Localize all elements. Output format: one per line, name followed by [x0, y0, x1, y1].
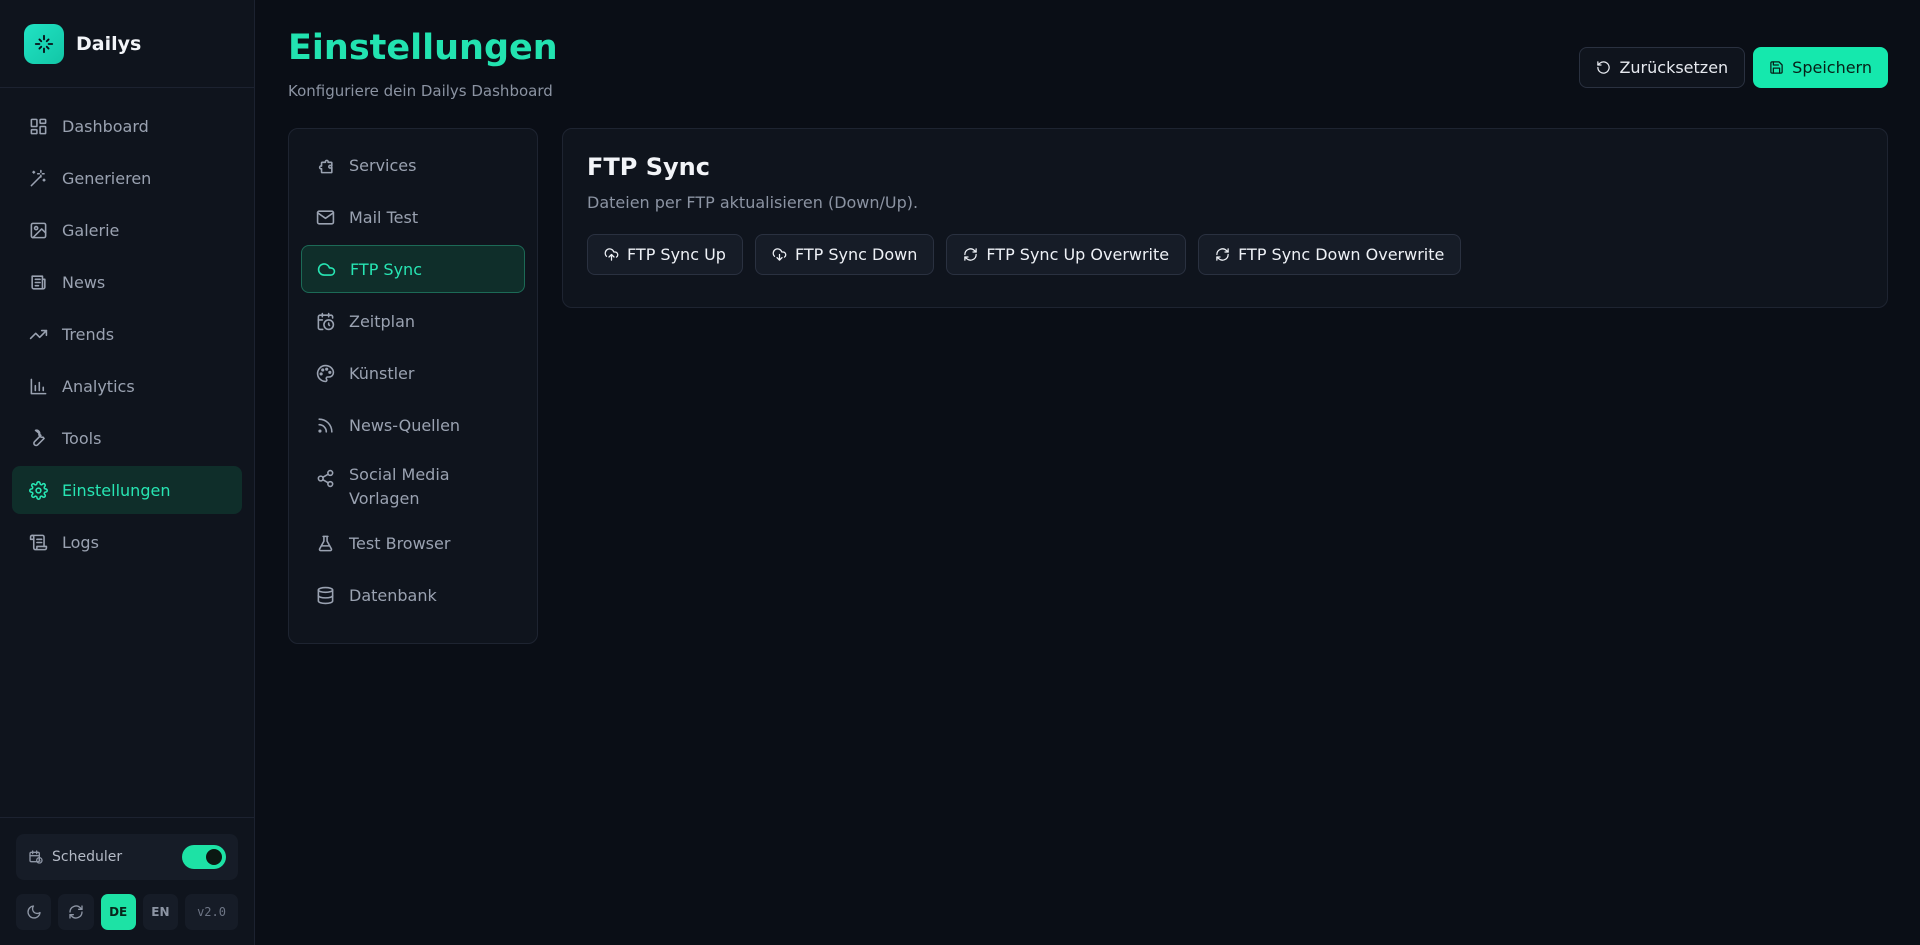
- main-nav: Dashboard Generieren Galerie News Trends…: [0, 88, 254, 566]
- reset-button[interactable]: Zurücksetzen: [1579, 47, 1746, 88]
- header-actions: Zurücksetzen Speichern: [1579, 47, 1888, 88]
- ftp-sync-up-overwrite-button[interactable]: FTP Sync Up Overwrite: [946, 234, 1187, 275]
- scheduler-label: Scheduler: [52, 849, 123, 865]
- reset-label: Zurücksetzen: [1619, 58, 1729, 77]
- theme-toggle-button[interactable]: [16, 894, 52, 930]
- language-en-button[interactable]: EN: [142, 894, 179, 930]
- settings-tab-label: News-Quellen: [349, 415, 461, 435]
- flask-icon: [315, 534, 335, 553]
- wrench-icon: [28, 428, 48, 448]
- brand[interactable]: Dailys: [0, 0, 254, 88]
- share-icon: [315, 469, 335, 488]
- ftp-sync-down-button[interactable]: FTP Sync Down: [754, 234, 935, 275]
- settings-tab-zeitplan[interactable]: Zeitplan: [301, 297, 525, 345]
- scheduler-toggle[interactable]: [182, 845, 226, 869]
- database-icon: [315, 586, 335, 605]
- sidebar-item-label: Dashboard: [62, 116, 149, 136]
- refresh-icon: [1215, 247, 1230, 262]
- settings-tab-datenbank[interactable]: Datenbank: [301, 571, 525, 619]
- palette-icon: [315, 364, 335, 383]
- ftp-sync-down-overwrite-button[interactable]: FTP Sync Down Overwrite: [1198, 234, 1462, 275]
- magic-wand-icon: [28, 168, 48, 188]
- page-subtitle: Konfiguriere dein Dailys Dashboard: [288, 82, 553, 100]
- sidebar-item-einstellungen[interactable]: Einstellungen: [12, 466, 242, 514]
- rss-icon: [315, 416, 335, 435]
- settings-tab-label: Services: [349, 155, 417, 175]
- app-name: Dailys: [76, 32, 142, 55]
- sidebar-item-dashboard[interactable]: Dashboard: [12, 102, 242, 150]
- trending-up-icon: [28, 324, 48, 344]
- sidebar-item-label: Generieren: [62, 168, 152, 188]
- button-label: FTP Sync Up: [627, 245, 726, 264]
- ftp-actions: FTP Sync Up FTP Sync Down FTP Sync Up Ov…: [587, 234, 1863, 275]
- card-title: FTP Sync: [587, 153, 710, 181]
- moon-icon: [26, 904, 42, 920]
- settings-tab-test-browser[interactable]: Test Browser: [301, 519, 525, 567]
- language-de-button[interactable]: DE: [100, 894, 136, 930]
- settings-tab-label: FTP Sync: [350, 259, 422, 279]
- save-label: Speichern: [1792, 58, 1872, 77]
- image-icon: [28, 220, 48, 240]
- sidebar-item-generieren[interactable]: Generieren: [12, 154, 242, 202]
- settings-tab-mail-test[interactable]: Mail Test: [301, 193, 525, 241]
- button-label: FTP Sync Down Overwrite: [1238, 245, 1445, 264]
- settings-tab-label: Test Browser: [349, 533, 451, 553]
- sidebar-item-label: Einstellungen: [62, 480, 171, 500]
- button-label: FTP Sync Down: [794, 245, 918, 264]
- sidebar-item-label: News: [62, 272, 106, 292]
- settings-tab-ftp-sync[interactable]: FTP Sync: [301, 245, 525, 293]
- rotate-ccw-icon: [1596, 60, 1611, 75]
- gear-icon: [28, 480, 48, 500]
- ftp-sync-up-button[interactable]: FTP Sync Up: [587, 234, 743, 275]
- sidebar-item-galerie[interactable]: Galerie: [12, 206, 242, 254]
- sidebar-footer: Scheduler DE EN v2.0: [0, 817, 254, 945]
- card-description: Dateien per FTP aktualisieren (Down/Up).: [587, 193, 919, 212]
- settings-tab-label: Künstler: [349, 363, 415, 383]
- settings-tab-social-media-vorlagen[interactable]: Social Media Vorlagen: [301, 453, 525, 515]
- scheduler-panel: Scheduler: [16, 834, 238, 880]
- layout-dashboard-icon: [28, 116, 48, 136]
- settings-tab-label: Zeitplan: [349, 311, 416, 331]
- settings-tab-label: Social Media Vorlagen: [349, 465, 450, 508]
- settings-tab-kuenstler[interactable]: Künstler: [301, 349, 525, 397]
- sidebar-item-logs[interactable]: Logs: [12, 518, 242, 566]
- newspaper-icon: [28, 272, 48, 292]
- sidebar-item-label: Analytics: [62, 376, 135, 396]
- version-badge: v2.0: [185, 894, 238, 930]
- calendar-clock-icon: [315, 312, 335, 331]
- button-label: FTP Sync Up Overwrite: [986, 245, 1170, 264]
- cloud-download-icon: [772, 247, 787, 262]
- calendar-clock-icon: [28, 849, 44, 865]
- refresh-button[interactable]: [58, 894, 94, 930]
- settings-nav: Services Mail Test FTP Sync Zeitplan Kün…: [288, 128, 538, 644]
- refresh-icon: [68, 904, 84, 920]
- cloud-upload-icon: [604, 247, 619, 262]
- settings-tab-label: Datenbank: [349, 585, 437, 605]
- settings-tab-news-quellen[interactable]: News-Quellen: [301, 401, 525, 449]
- ftp-sync-card: FTP Sync Dateien per FTP aktualisieren (…: [562, 128, 1888, 308]
- cloud-icon: [316, 260, 336, 279]
- refresh-icon: [963, 247, 978, 262]
- save-button[interactable]: Speichern: [1753, 47, 1888, 88]
- mail-icon: [315, 208, 335, 227]
- sidebar-item-analytics[interactable]: Analytics: [12, 362, 242, 410]
- bar-chart-icon: [28, 376, 48, 396]
- sidebar-item-label: Logs: [62, 532, 99, 552]
- sidebar-item-news[interactable]: News: [12, 258, 242, 306]
- sidebar-item-tools[interactable]: Tools: [12, 414, 242, 462]
- settings-tab-label: Mail Test: [349, 207, 419, 227]
- puzzle-icon: [315, 156, 335, 175]
- page-title: Einstellungen: [288, 28, 558, 68]
- sidebar-item-label: Galerie: [62, 220, 120, 240]
- scroll-icon: [28, 532, 48, 552]
- sidebar-item-label: Trends: [62, 324, 115, 344]
- sidebar-item-trends[interactable]: Trends: [12, 310, 242, 358]
- sidebar: Dailys Dashboard Generieren Galerie News…: [0, 0, 255, 945]
- sidebar-item-label: Tools: [62, 428, 102, 448]
- settings-tab-services[interactable]: Services: [301, 141, 525, 189]
- sparkles-logo-icon: [24, 23, 64, 64]
- save-icon: [1769, 60, 1784, 75]
- sidebar-controls: DE EN v2.0: [16, 894, 238, 930]
